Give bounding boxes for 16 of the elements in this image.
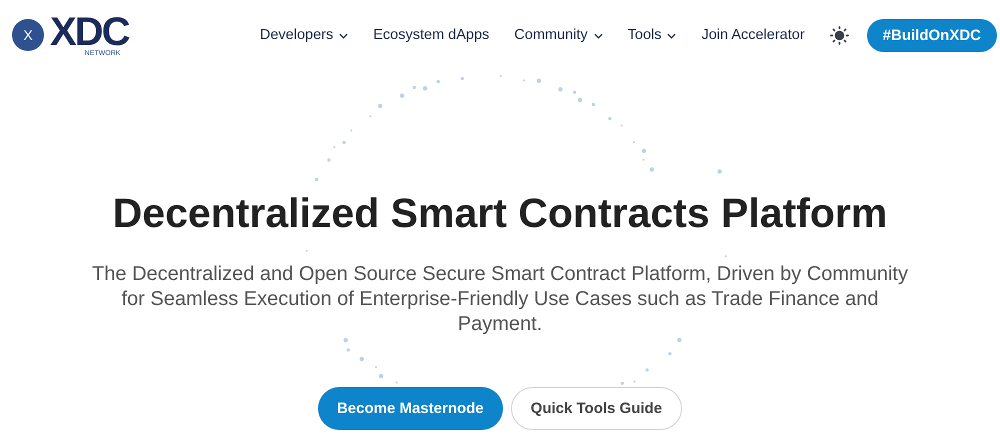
hero-subtitle: The Decentralized and Open Source Secure Smart Contract Platform, Driven by Community for Seamless Execution of Enterprise-Friendly Use Cases such as Trade Finance and Payment. (91, 262, 909, 337)
nav-link[interactable]: Join Accelerator (701, 27, 805, 43)
logo-mark[interactable]: X (12, 19, 44, 51)
nav-dropdown[interactable]: Community (514, 27, 603, 43)
nav-dropdown[interactable]: Tools (628, 27, 676, 43)
build-on-xdc-button[interactable]: #BuildOnXDC (866, 18, 997, 52)
hero-title: Decentralized Smart Contracts Platform (112, 189, 888, 238)
nav-link[interactable]: Ecosystem dApps (373, 27, 490, 43)
chevron-down-icon (339, 33, 348, 39)
chevron-down-icon (594, 33, 603, 39)
sun-icon[interactable] (830, 26, 849, 44)
chevron-down-icon (667, 33, 676, 39)
nav-dropdown[interactable]: Developers (260, 27, 348, 43)
quick-tools-guide-button[interactable]: Quick Tools Guide (510, 387, 682, 430)
logo-wordmark[interactable]: XDC (50, 14, 128, 50)
become-masternode-button[interactable]: Become Masternode (318, 387, 503, 430)
